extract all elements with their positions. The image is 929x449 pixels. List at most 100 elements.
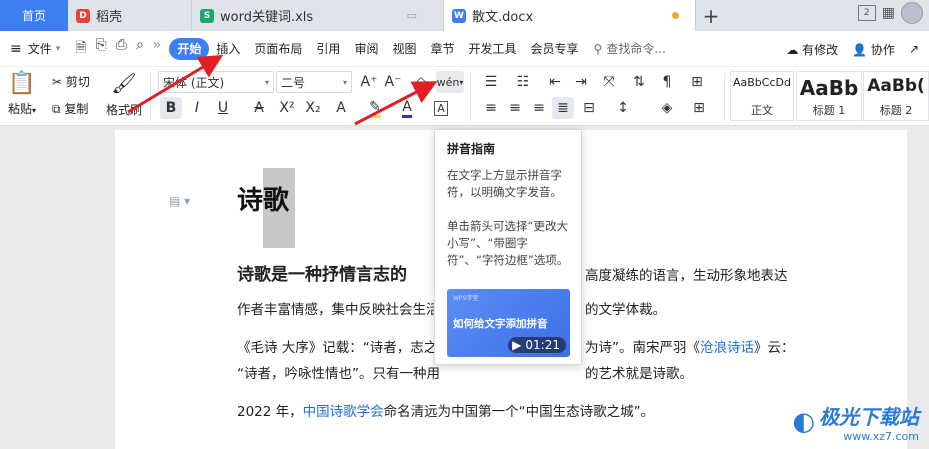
search-icon: ⚲ <box>593 41 603 56</box>
tab-xls[interactable]: S word关键词.xls ▭ <box>192 0 444 31</box>
cut-label: 剪切 <box>65 75 90 89</box>
clear-format-button[interactable]: ◇ <box>410 71 432 93</box>
align-right-button[interactable]: ≡ <box>528 97 550 119</box>
doc-line5-a: 2022 年， <box>237 404 303 420</box>
style-heading1-label: 标题 1 <box>812 104 846 117</box>
char-border-button[interactable]: A <box>430 97 452 119</box>
align-center-button[interactable]: ≡ <box>504 97 526 119</box>
borders-button[interactable]: ⊞ <box>688 97 710 119</box>
pinyin-guide-button[interactable]: wén ▾ <box>436 71 464 93</box>
menu-bar: ≡ 文件 ▾ 🗎 ⎘ ⎙ ⌕ » 开始 插入 页面布局 引用 审阅 视图 章节 开… <box>0 31 929 67</box>
video-duration: 01:21 <box>525 338 560 352</box>
tab-docx[interactable]: W 散文.docx <box>444 0 696 31</box>
text-effect-button[interactable]: A <box>330 97 352 119</box>
grow-font-button[interactable]: A⁺ <box>358 71 380 93</box>
highlight-button[interactable]: ✎ <box>364 97 386 119</box>
grid-icon[interactable]: ▦ <box>882 5 895 21</box>
avatar[interactable] <box>901 2 923 24</box>
underline-button[interactable]: U <box>212 97 234 119</box>
scissors-icon: ✂ <box>52 75 66 89</box>
page-count-badge[interactable]: 2 <box>857 5 876 21</box>
align-left-button[interactable]: ≡ <box>480 97 502 119</box>
shading-button[interactable]: ◈ <box>656 97 678 119</box>
decrease-indent-button[interactable]: ⇤ <box>544 71 566 93</box>
new-tab-button[interactable]: + <box>696 0 726 31</box>
increase-indent-button[interactable]: ⇥ <box>570 71 592 93</box>
more-icon[interactable]: » <box>153 37 162 61</box>
pinyin-icon: wén <box>436 75 460 89</box>
line-spacing-button[interactable]: ↕ <box>612 97 634 119</box>
canglang-link[interactable]: 沧浪诗话 <box>700 340 754 356</box>
menu-devtools[interactable]: 开发工具 <box>461 38 523 60</box>
hamburger-icon[interactable]: ≡ <box>0 41 26 57</box>
tab-docx-label: 散文.docx <box>472 10 534 25</box>
format-painter-label: 格式刷 <box>106 103 143 117</box>
menu-start[interactable]: 开始 <box>169 37 210 60</box>
tutorial-video[interactable]: WPS学堂 如何给文字添加拼音 ▶ 01:21 <box>447 289 570 357</box>
shrink-font-button[interactable]: A⁻ <box>382 71 404 93</box>
preview-icon[interactable]: ⌕ <box>136 37 144 61</box>
bold-button[interactable]: B <box>160 97 182 119</box>
font-size-select[interactable]: 二号 ▾ <box>276 71 352 93</box>
justify-button[interactable]: ≣ <box>552 97 574 119</box>
play-icon: ▶ <box>512 338 522 352</box>
paragraph-menu-icon[interactable]: ▤ ▾ <box>169 194 190 208</box>
print-icon[interactable]: ⎙ <box>116 37 127 61</box>
menu-member[interactable]: 会员专享 <box>524 38 586 60</box>
format-painter-button[interactable]: 🖌 格式刷 <box>106 71 142 118</box>
strikethrough-button[interactable]: A <box>248 97 270 119</box>
show-marks-button[interactable]: ¶ <box>656 71 678 93</box>
ruler-icon[interactable]: ⊞ <box>686 71 708 93</box>
italic-button[interactable]: I <box>186 97 208 119</box>
export-icon[interactable]: ⎘ <box>96 37 107 61</box>
style-heading2-label: 标题 2 <box>879 104 913 117</box>
bullet-list-button[interactable]: ☰ <box>480 71 502 93</box>
numbered-list-button[interactable]: ☷ <box>512 71 534 93</box>
menu-right: ☁ 有修改 👤 协作 ↗ <box>786 31 919 67</box>
divider <box>724 73 725 121</box>
style-normal[interactable]: AaBbCcDd 正文 <box>730 71 794 121</box>
sort-button[interactable]: ⇅ <box>628 71 650 93</box>
paste-button[interactable]: 📋 粘贴▾ <box>8 71 36 117</box>
style-heading2[interactable]: AaBb( 标题 2 <box>863 71 929 121</box>
subscript-button[interactable]: X₂ <box>302 97 324 119</box>
menu-reference[interactable]: 引用 <box>309 38 347 60</box>
doc-line3-b: 为诗”。南宋严羽《 <box>585 340 700 356</box>
modified-button[interactable]: ☁ 有修改 <box>786 41 838 58</box>
watermark-name: 极光下载站 <box>819 405 919 429</box>
share-icon[interactable]: ↗ <box>909 42 919 56</box>
window-controls: 2 ▦ <box>857 2 923 24</box>
modified-label: 有修改 <box>802 42 839 57</box>
command-search[interactable]: ⚲ 查找命令... <box>586 40 674 57</box>
user-icon: 👤 <box>852 42 871 57</box>
writer-icon: W <box>452 8 466 23</box>
cut-button[interactable]: ✂ 剪切 <box>52 73 90 90</box>
menu-chapter[interactable]: 章节 <box>423 38 461 60</box>
poetry-society-link[interactable]: 中国诗歌学会 <box>303 404 384 420</box>
menu-file[interactable]: 文件 ▾ <box>26 38 68 60</box>
copy-button[interactable]: ⧉ 复制 <box>52 100 88 117</box>
eraser-icon: ◇ <box>415 74 427 90</box>
style-heading1-preview: AaBb <box>799 76 859 100</box>
menu-review[interactable]: 审阅 <box>347 38 385 60</box>
menu-insert[interactable]: 插入 <box>209 38 247 60</box>
menu-view[interactable]: 视图 <box>385 38 423 60</box>
menu-layout[interactable]: 页面布局 <box>247 38 309 60</box>
tab-home[interactable]: 首页 <box>0 0 68 31</box>
chevron-down-icon: ▾ <box>32 106 37 115</box>
collab-button[interactable]: 👤 协作 <box>852 41 895 58</box>
doc-line2-b: 的文学体裁。 <box>585 302 666 318</box>
chevron-down-icon: ▾ <box>459 77 464 87</box>
save-icon[interactable]: 🗎 <box>75 37 86 61</box>
tab-daoke[interactable]: D 稻壳 <box>68 0 192 31</box>
distributed-button[interactable]: ⊟ <box>578 97 600 119</box>
command-search-placeholder: 查找命令... <box>606 42 666 56</box>
copy-icon: ⧉ <box>52 102 65 116</box>
chinese-layout-button[interactable]: ⤧ <box>598 71 620 93</box>
doc-line2-a: 作者丰富情感，集中反映社会生活 <box>237 302 440 318</box>
font-name-select[interactable]: 宋体 (正文) ▾ <box>158 71 274 93</box>
char-border-icon: A <box>434 100 448 116</box>
superscript-button[interactable]: X² <box>276 97 298 119</box>
font-color-button[interactable]: A <box>396 97 418 119</box>
style-heading1[interactable]: AaBb 标题 1 <box>796 71 862 121</box>
